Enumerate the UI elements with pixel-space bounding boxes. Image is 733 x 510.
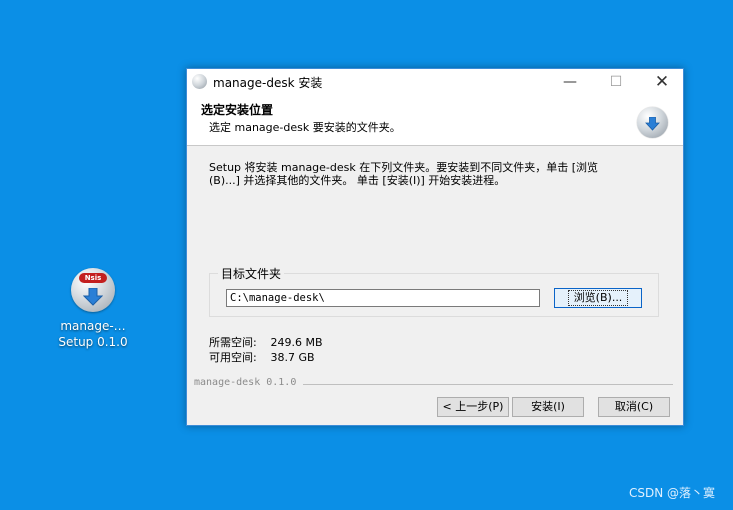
destination-folder-legend: 目标文件夹 [218, 265, 285, 282]
nsis-badge: Nsis [79, 273, 107, 283]
download-arrow-icon [645, 117, 660, 131]
back-button[interactable]: < 上一步(P) [437, 397, 509, 417]
browse-button[interactable]: 浏览(B)... [554, 288, 642, 308]
installer-window: manage-desk 安装 — ☐ ✕ 选定安装位置 选定 manage-de… [186, 68, 684, 426]
intro-text: Setup 将安装 manage-desk 在下列文件夹。要安装到不同文件夹，单… [209, 161, 599, 187]
destination-path-input[interactable]: C:\manage-desk\ [226, 289, 540, 307]
installer-icon: Nsis [71, 268, 115, 312]
space-required-label: 所需空间: [209, 336, 257, 349]
browse-button-label: 浏览(B)... [567, 290, 629, 306]
shortcut-label-line1: manage-… [60, 319, 126, 333]
title-bar[interactable]: manage-desk 安装 — ☐ ✕ [187, 69, 683, 95]
installer-logo-icon [637, 107, 668, 138]
destination-folder-group: 目标文件夹 C:\manage-desk\ 浏览(B)... [209, 265, 659, 317]
watermark: CSDN @落丶寞 [628, 486, 715, 500]
space-required-value: 249.6 MB [270, 336, 323, 349]
close-button[interactable]: ✕ [639, 69, 685, 95]
maximize-button[interactable]: ☐ [593, 69, 639, 95]
space-available-value: 38.7 GB [270, 351, 315, 364]
cancel-button[interactable]: 取消(C) [598, 397, 670, 417]
minimize-button[interactable]: — [547, 69, 593, 95]
install-button[interactable]: 安装(I) [512, 397, 584, 417]
page-subtitle: 选定 manage-desk 要安装的文件夹。 [209, 121, 401, 134]
window-title: manage-desk 安装 [213, 76, 323, 90]
app-icon [192, 74, 207, 89]
download-arrow-icon [83, 288, 103, 306]
space-info: 所需空间: 249.6 MB 可用空间: 38.7 GB [209, 335, 323, 365]
page-header: 选定安装位置 选定 manage-desk 要安装的文件夹。 [187, 95, 683, 146]
page-title: 选定安装位置 [201, 103, 274, 117]
desktop-shortcut-setup[interactable]: Nsis manage-… Setup 0.1.0 [50, 268, 136, 350]
footer-divider [303, 384, 673, 385]
space-available-label: 可用空间: [209, 351, 257, 364]
shortcut-label-line2: Setup 0.1.0 [58, 335, 128, 349]
installer-brand: manage-desk 0.1.0 [194, 377, 297, 388]
